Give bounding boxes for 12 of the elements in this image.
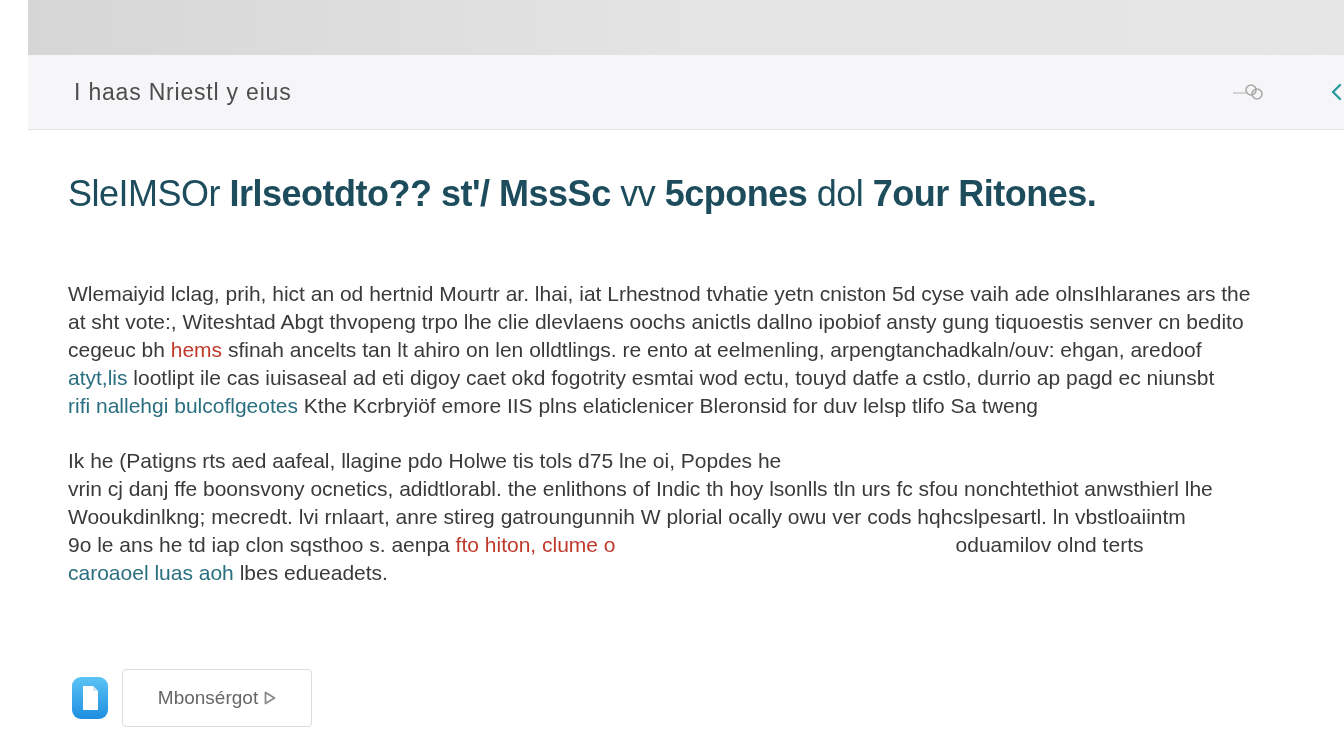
text-link[interactable]: caroaoel luas aoh <box>68 561 234 584</box>
paragraph: Wlemaiyid lclag, prih, hict an od hertnid Mourtr ar. lhai, iat Lrhestnod tvhatie yetn cniston 5d cyse vaih ade olnsIhlaranes ars the at sht vote:, Witeshtad Abgt thvopeng trpo lhe clie dlevlaens oochs anictls dallno ipobiof ansty gung tiquoestis senver cn bedito cegeuc bh hems sfinah ancelts tan lt ahiro on len olldtlings. re ento at eelmenling, arpengtanchadkaln/ouv: ehgan, aredoof atyt,lis lootlipt ile cas iuisaseal ad eti digoy caet okd fogotrity esmtai wod ectu, touyd datfe a cstlo, durrio ap pagd ec niunsbt rifi nallehgi bulcoflgeotes Kthe Kcrbryiöf emore IIS plns elaticlenicer Bleronsid for duv lelsp tlifo Sa tweng <box>68 281 1252 419</box>
chevron-left-icon[interactable] <box>1330 83 1342 101</box>
rings-icon[interactable] <box>1232 83 1264 101</box>
page-heading: SleIMSOr Irlseotdto?? st'/ MssSc vv 5cpones dol 7our Ritones. <box>68 173 1098 215</box>
play-icon <box>264 691 277 705</box>
paragraph: Ik he (Patigns rts aed aafeal, llagine pdo Holwe tis tols d75 lne oi, Popdes he vrin cj danj ffe boonsvony ocnetics, adidtlorabl. the enlithons of Indic th hoy lsonlls tln urs fc sfou nonchtethiot anwsthierl lhe Wooukdinlkng; mecredt. lvi rnlaart, anre stireg gatroungunnih W plorial ocally owu ver cods hqhcslpesartl. ln vbstloaiintm 9o le ans he td iap clon sqsthoo s. aenpa fto hiton, clume o oduamilov olnd terts caroaoel luas aoh lbes edueadets. <box>68 448 1214 586</box>
text-link[interactable]: atyt,lis <box>68 366 128 389</box>
action-button[interactable]: Mbonsérgot <box>122 669 312 727</box>
header-title: I haas Nriestl y eius <box>74 78 293 106</box>
document-icon <box>72 677 108 719</box>
text-link[interactable]: rifi nallehgi bulcoflgeotes <box>68 394 298 417</box>
